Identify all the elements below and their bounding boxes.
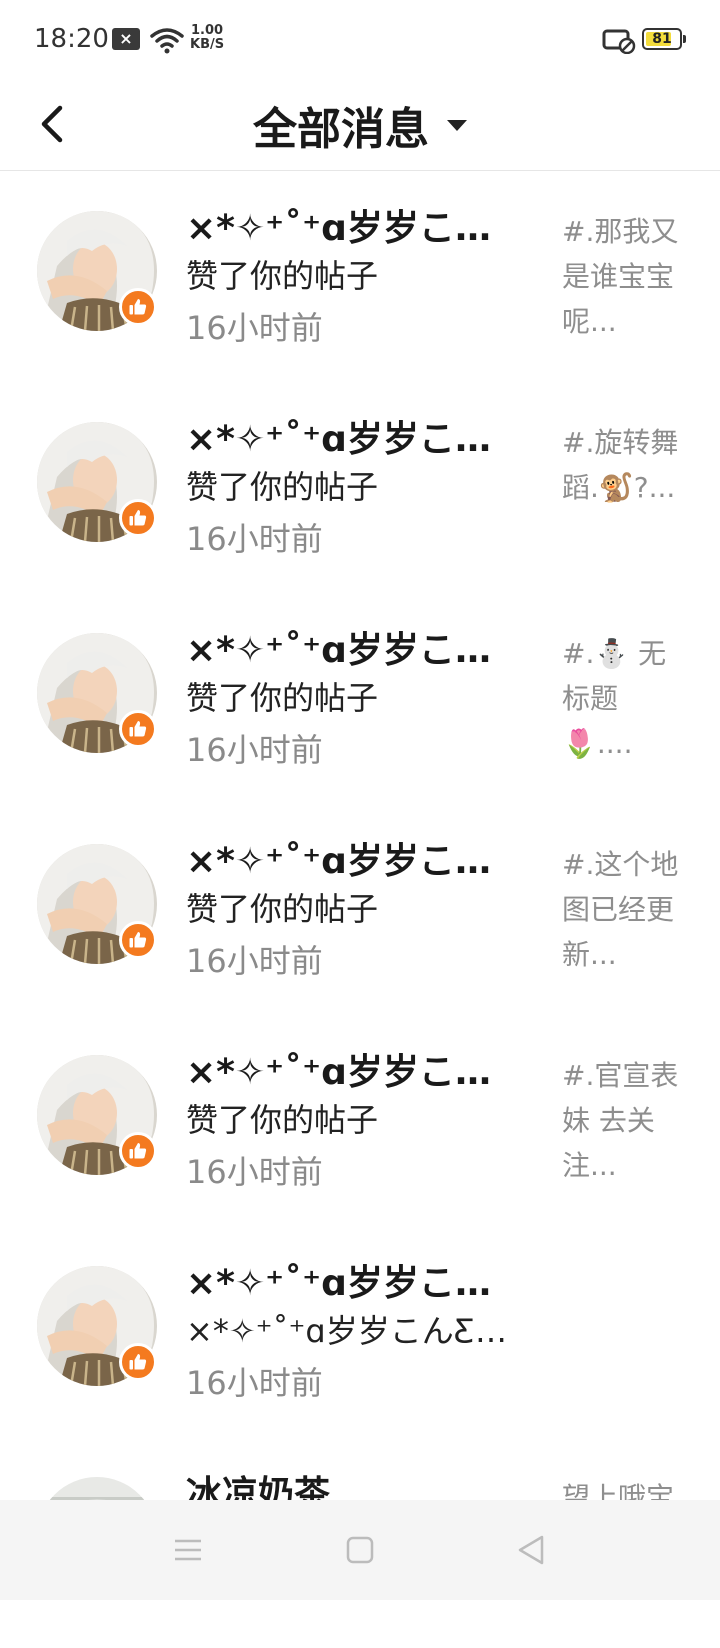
thumbs-up-icon bbox=[129, 932, 147, 948]
thumbs-up-icon bbox=[129, 299, 147, 315]
wifi-icon bbox=[150, 28, 184, 54]
message-action: 赞了你的帖子 bbox=[186, 1101, 379, 1139]
post-preview[interactable]: #.这个地图已经更新... bbox=[562, 842, 692, 977]
sender-name[interactable]: ×*✧⁺˚⁺ɑ岁岁こんƸ⋈ bbox=[186, 199, 516, 251]
like-badge bbox=[119, 499, 157, 537]
menu-icon[interactable] bbox=[168, 1530, 208, 1570]
chevron-left-icon[interactable] bbox=[30, 94, 80, 154]
message-action: 赞了你的帖子 bbox=[186, 679, 379, 717]
message-action: 赞了你的帖子 bbox=[186, 890, 379, 928]
message-time: 16小时前 bbox=[186, 1153, 323, 1191]
message-time: 16小时前 bbox=[186, 1364, 323, 1402]
status-time: 18:20 bbox=[34, 24, 109, 54]
back-triangle-icon[interactable] bbox=[512, 1530, 552, 1570]
network-speed-unit: KB/S bbox=[190, 37, 225, 52]
sender-name[interactable]: ×*✧⁺˚⁺ɑ岁岁こんƸ⋈ bbox=[186, 1043, 516, 1095]
network-speed: 1.00 KB/S bbox=[190, 24, 224, 52]
close-box-icon: × bbox=[112, 28, 140, 50]
message-item[interactable]: ×*✧⁺˚⁺ɑ岁岁こんƸ⋈ 赞了你的帖子 16小时前 #.官宣表妹 去关注... bbox=[0, 1015, 720, 1226]
post-preview[interactable]: #.⛄ 无标题 🌷.... bbox=[562, 631, 692, 766]
message-action: ×*✧⁺˚⁺ɑ岁岁こんƸ⋈... bbox=[186, 1312, 526, 1350]
sender-name[interactable]: ×*✧⁺˚⁺ɑ岁岁こんƸ⋈ bbox=[186, 1254, 516, 1306]
caret-down-icon[interactable] bbox=[447, 119, 467, 131]
message-item[interactable]: ×*✧⁺˚⁺ɑ岁岁こんƸ⋈ 赞了你的帖子 16小时前 #.这个地图已经更新... bbox=[0, 804, 720, 1015]
post-preview[interactable]: #.那我又是谁宝宝呢... bbox=[562, 209, 692, 344]
system-nav-bar bbox=[0, 1500, 720, 1600]
message-action: 赞了你的帖子 bbox=[186, 257, 379, 295]
post-preview[interactable]: #.旋转舞蹈.🐒?... bbox=[562, 420, 692, 510]
post-preview[interactable]: #.官宣表妹 去关注... bbox=[562, 1053, 692, 1188]
like-badge bbox=[119, 288, 157, 326]
page-title[interactable]: 全部消息 bbox=[253, 93, 429, 157]
message-action: 赞了你的帖子 bbox=[186, 468, 379, 506]
like-badge bbox=[119, 710, 157, 748]
message-time: 16小时前 bbox=[186, 731, 323, 769]
driving-mode-off-icon bbox=[602, 29, 636, 54]
message-time: 16小时前 bbox=[186, 942, 323, 980]
message-time: 16小时前 bbox=[186, 309, 323, 347]
thumbs-up-icon bbox=[129, 510, 147, 526]
like-badge bbox=[119, 1132, 157, 1170]
thumbs-up-icon bbox=[129, 1354, 147, 1370]
thumbs-up-icon bbox=[129, 1143, 147, 1159]
message-list: ×*✧⁺˚⁺ɑ岁岁こんƸ⋈ 赞了你的帖子 16小时前 #.那我又是谁宝宝呢...… bbox=[0, 171, 720, 1648]
home-square-icon[interactable] bbox=[340, 1530, 380, 1570]
sender-name[interactable]: ×*✧⁺˚⁺ɑ岁岁こんƸ⋈ bbox=[186, 832, 516, 884]
title-dropdown[interactable]: 全部消息 bbox=[0, 80, 720, 170]
like-badge bbox=[119, 1343, 157, 1381]
battery-tip bbox=[683, 35, 686, 43]
message-item[interactable]: ×*✧⁺˚⁺ɑ岁岁こんƸ⋈ 赞了你的帖子 16小时前 #.⛄ 无标题 🌷.... bbox=[0, 593, 720, 804]
battery-percent: 81 bbox=[652, 31, 672, 47]
message-time: 16小时前 bbox=[186, 520, 323, 558]
status-bar: 18:20 × 1.00 KB/S 81 bbox=[0, 0, 720, 80]
header: 全部消息 bbox=[0, 80, 720, 171]
battery-icon: 81 bbox=[642, 28, 682, 50]
sender-name[interactable]: ×*✧⁺˚⁺ɑ岁岁こんƸ⋈ bbox=[186, 410, 516, 462]
like-badge bbox=[119, 921, 157, 959]
sender-name[interactable]: ×*✧⁺˚⁺ɑ岁岁こんƸ⋈ bbox=[186, 621, 516, 673]
back-button[interactable] bbox=[30, 94, 80, 154]
message-item[interactable]: ×*✧⁺˚⁺ɑ岁岁こんƸ⋈ 赞了你的帖子 16小时前 #.旋转舞蹈.🐒?... bbox=[0, 382, 720, 593]
thumbs-up-icon bbox=[129, 721, 147, 737]
message-item[interactable]: ×*✧⁺˚⁺ɑ岁岁こんƸ⋈ 赞了你的帖子 16小时前 #.那我又是谁宝宝呢... bbox=[0, 171, 720, 382]
message-item[interactable]: ×*✧⁺˚⁺ɑ岁岁こんƸ⋈ ×*✧⁺˚⁺ɑ岁岁こんƸ⋈... 16小时前 bbox=[0, 1226, 720, 1437]
network-speed-value: 1.00 bbox=[191, 23, 224, 38]
